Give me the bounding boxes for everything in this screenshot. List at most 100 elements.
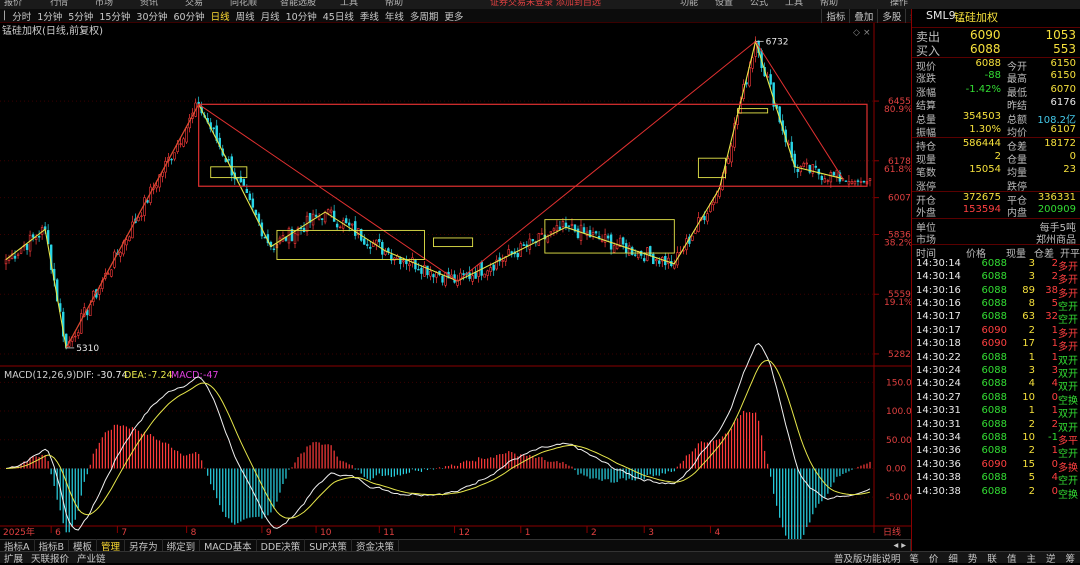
version-note[interactable]: 普及版功能说明 [830, 551, 905, 565]
candle [420, 267, 423, 274]
candle [859, 181, 863, 183]
chart-tool-button[interactable]: 指标 [821, 8, 849, 23]
settings-icon[interactable]: ◇ [853, 28, 860, 38]
panel-tab[interactable]: 笔 [904, 551, 924, 565]
candle [612, 245, 616, 253]
candle [844, 180, 848, 182]
menu-item[interactable]: 帮助 [820, 0, 838, 8]
candle [633, 254, 637, 256]
menu-item[interactable]: 报价 [4, 0, 22, 8]
panel-tab[interactable]: 主 [1021, 551, 1041, 565]
period-label: 日线 [883, 526, 901, 538]
panel-tab[interactable]: 价 [924, 551, 944, 565]
menu-item[interactable]: 操作 [890, 0, 908, 8]
menu-item[interactable]: 交易 [185, 0, 203, 8]
candle [366, 244, 369, 246]
candle [347, 222, 351, 226]
macd-tick-label: 150.00 [886, 378, 911, 388]
fib-pct-label: 80.9% [884, 105, 911, 115]
macd-tick-label: 0.00 [886, 464, 906, 474]
status-item[interactable]: 产业链 [73, 551, 110, 565]
candle [555, 225, 559, 231]
tick-row: 14:30:22 6088 1 1 双开 [912, 351, 1080, 367]
period-tab[interactable]: 月线 [258, 9, 283, 23]
candle [34, 237, 38, 240]
tick-time: 14:30:38 [916, 485, 961, 497]
candle [652, 253, 655, 265]
macd-dea-value: -7.24 [148, 370, 173, 381]
tab-scroll-icon[interactable]: ◂ ▸ [889, 540, 911, 551]
tick-oi-change: 38 [1045, 284, 1058, 296]
candle [378, 239, 381, 243]
panel-tab[interactable]: 联 [982, 551, 1002, 565]
fib-pct-label: 61.8% [884, 165, 911, 175]
menu-item[interactable]: 工具 [340, 0, 358, 8]
period-tab[interactable]: 60分钟 [171, 9, 208, 23]
candle [600, 239, 604, 242]
tick-row: 14:30:17 6090 2 1 多开 [912, 325, 1080, 340]
period-tab[interactable]: 分时 [9, 9, 34, 23]
menu-item[interactable]: 功能 [680, 0, 698, 8]
candle [245, 188, 249, 194]
login-warning[interactable]: 证券交易未登录 添加到自选 [490, 0, 601, 8]
candle [507, 249, 510, 255]
x-tick-label: 3 [648, 528, 654, 538]
period-tab[interactable]: 周线 [233, 9, 258, 23]
tick-volume: 1 [1028, 351, 1035, 363]
period-tab[interactable]: 15分钟 [96, 9, 133, 23]
tick-volume: 5 [1028, 472, 1035, 484]
stat-row: 振幅 1.30% 均价 6107 [912, 123, 1080, 139]
menu-item[interactable]: 工具 [785, 0, 803, 8]
panel-tab[interactable]: 逆 [1041, 551, 1061, 565]
candle [110, 269, 113, 277]
period-tab[interactable]: 45日线 [320, 9, 357, 23]
panel-tab[interactable]: 值 [1002, 551, 1022, 565]
candle [143, 197, 146, 216]
status-item[interactable]: 扩展 [0, 551, 27, 565]
menu-item[interactable]: 智能选股 [280, 0, 316, 8]
panel-tab[interactable]: 势 [963, 551, 983, 565]
menu-item[interactable]: 资讯 [140, 0, 158, 8]
stat-value: -88 [984, 70, 1001, 82]
menu-item[interactable]: 设置 [715, 0, 733, 8]
menu-item[interactable]: 同花顺 [230, 0, 257, 8]
stat-row: 现量 2 仓量 0 [912, 151, 1080, 166]
menu-item[interactable]: 帮助 [385, 0, 403, 8]
period-tab[interactable]: 多周期 [407, 9, 442, 23]
tick-price: 6088 [981, 445, 1007, 457]
candle [293, 233, 297, 244]
tick-volume: 2 [1028, 445, 1035, 457]
stat-value: 372675 [962, 191, 1001, 203]
period-tab[interactable]: 年线 [382, 9, 407, 23]
panel-tab[interactable]: 筹 [1060, 551, 1080, 565]
toolbar-grip[interactable]: | [0, 10, 9, 21]
period-tab[interactable]: 日线 [208, 9, 233, 23]
period-tab[interactable]: 5分钟 [65, 9, 96, 23]
stat-value: 1.30% [969, 123, 1001, 135]
candle [516, 253, 519, 258]
panel-tab[interactable]: 细 [943, 551, 963, 565]
tick-volume: 8 [1028, 298, 1035, 310]
menu-item[interactable]: 市场 [95, 0, 113, 8]
candle [615, 244, 619, 249]
price-tick-label: 6007 [888, 194, 911, 204]
menu-item[interactable]: 行情 [50, 0, 68, 8]
status-item[interactable]: 天联报价 [27, 551, 73, 565]
period-tab[interactable]: 1分钟 [34, 9, 65, 23]
menu-item[interactable]: 公式 [750, 0, 768, 8]
price-tick-label: 5282 [888, 350, 911, 360]
chart-tool-button[interactable]: 多股 [877, 8, 905, 23]
period-tab[interactable]: 30分钟 [133, 9, 170, 23]
candle [522, 244, 526, 246]
period-tab[interactable]: 季线 [357, 9, 382, 23]
candle [429, 270, 432, 277]
stat-value: 336331 [1037, 191, 1076, 203]
close-icon[interactable]: × [863, 28, 871, 38]
period-tab[interactable]: 10分钟 [283, 9, 320, 23]
chart-tool-button[interactable]: 叠加 [849, 8, 877, 23]
tick-price: 6088 [981, 271, 1007, 283]
candle [594, 231, 598, 234]
period-tab[interactable]: 更多 [441, 9, 466, 23]
chart-area[interactable]: 锰硅加权(日线,前复权) ◇ ×64556178600758365559528280… [0, 23, 911, 539]
candle [868, 178, 872, 181]
